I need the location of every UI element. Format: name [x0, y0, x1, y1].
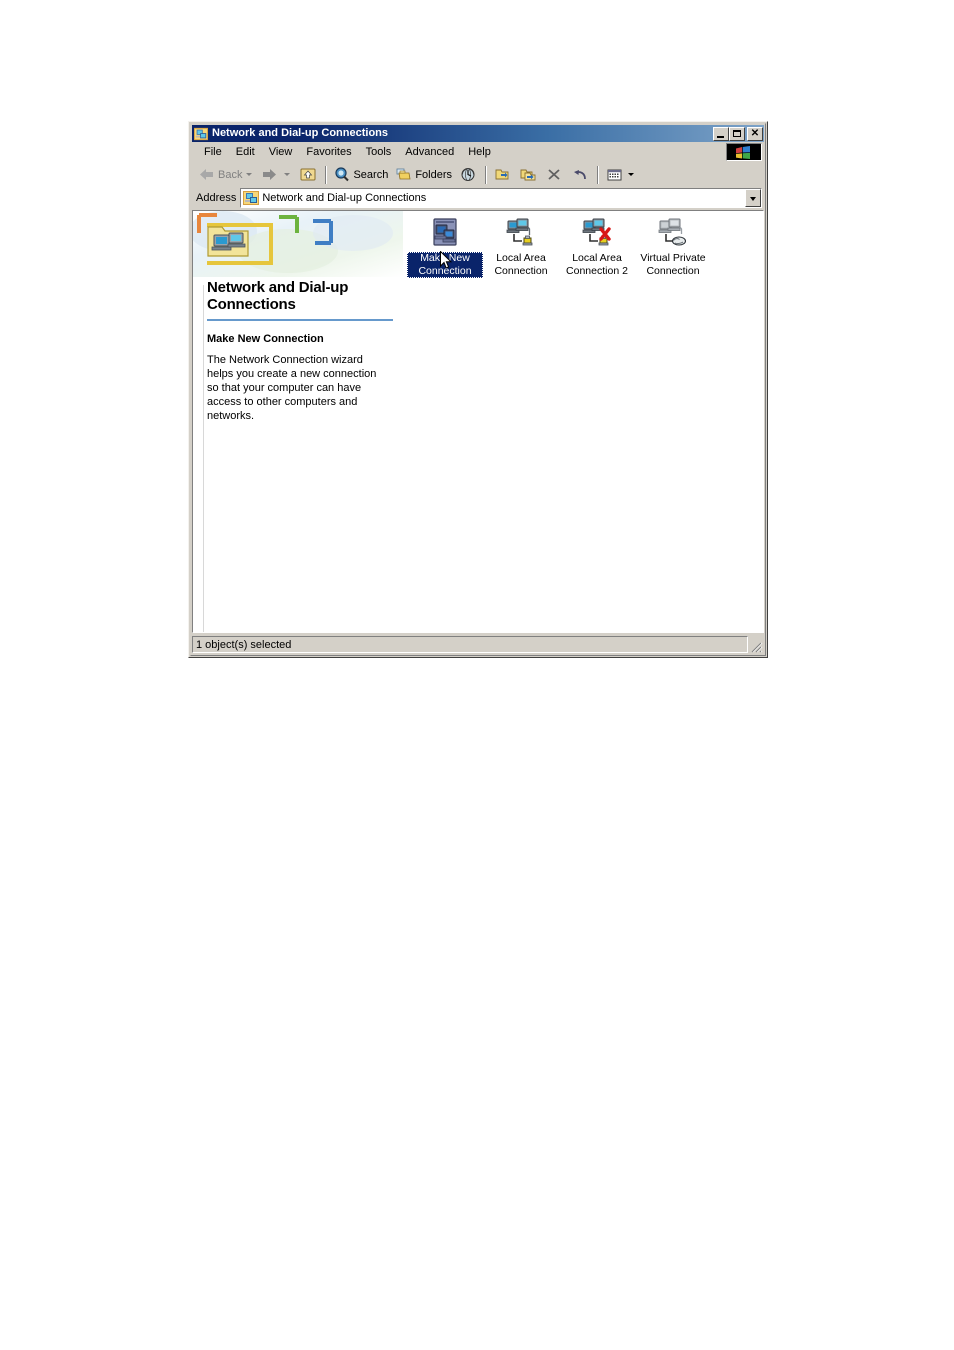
search-icon [333, 166, 351, 183]
chevron-down-icon[interactable] [745, 189, 761, 207]
pane-banner [193, 211, 403, 277]
menu-item-help[interactable]: Help [461, 144, 498, 161]
pane-subtitle: Make New Connection [207, 333, 324, 345]
status-panel: 1 object(s) selected [192, 636, 748, 653]
views-dropdown-icon[interactable] [628, 173, 635, 176]
folders-icon [395, 166, 413, 183]
delete-button[interactable] [542, 164, 568, 186]
address-bar[interactable]: Address Network and Dial-up Connections [192, 188, 764, 210]
local-area-connection-2[interactable]: Local Area Connection 2 [559, 215, 635, 278]
maximize-button[interactable] [729, 126, 745, 141]
forward-button[interactable] [258, 164, 296, 186]
copy-to-button[interactable] [516, 164, 542, 186]
pane-description: The Network Connection wizard helps you … [207, 354, 377, 422]
history-button[interactable] [456, 164, 482, 186]
local-area-connection[interactable]: Local Area Connection [483, 215, 559, 278]
network-connections-window[interactable]: Network and Dial-up Connections ✕ File E… [188, 121, 768, 658]
menu-item-view[interactable]: View [262, 144, 300, 161]
back-dropdown-icon[interactable] [246, 173, 253, 176]
network-connections-icon [243, 190, 260, 206]
pane-vertical-rule [203, 285, 204, 632]
undo-button[interactable] [568, 164, 594, 186]
folders-button-label: Folders [415, 168, 453, 181]
forward-arrow-icon [261, 166, 279, 183]
make-new-connection-icon [429, 217, 461, 249]
close-button[interactable]: ✕ [747, 126, 763, 141]
copy-to-icon [519, 166, 537, 183]
folders-button[interactable]: Folders [392, 164, 456, 186]
client-area: Network and Dial-up Connections Make New… [192, 210, 764, 633]
lan-connection-disconnected-icon [581, 217, 613, 249]
vpn-connection-icon [657, 217, 689, 249]
address-combo-box[interactable]: Network and Dial-up Connections [240, 188, 762, 208]
connection-label: Virtual Private Connection [640, 252, 706, 277]
network-connections-icon [194, 127, 208, 141]
minimize-button[interactable] [713, 126, 729, 141]
lan-connection-icon [505, 217, 537, 249]
forward-dropdown-icon[interactable] [284, 173, 291, 176]
title-bar[interactable]: Network and Dial-up Connections ✕ [192, 125, 764, 142]
up-one-level-icon [299, 166, 317, 183]
page-title: Network and Dial-up Connections [207, 279, 349, 313]
info-pane: Network and Dial-up Connections Make New… [193, 211, 403, 632]
address-input[interactable]: Network and Dial-up Connections [262, 192, 745, 204]
network-folder-icon [207, 221, 249, 259]
resize-grip[interactable] [749, 639, 763, 653]
back-arrow-icon [198, 166, 216, 183]
undo-icon [571, 166, 589, 183]
connection-label: Local Area Connection [494, 252, 548, 277]
up-one-level-button[interactable] [296, 164, 322, 186]
connections-list[interactable]: Make New Connection Local Area Connectio… [403, 211, 763, 632]
window-title: Network and Dial-up Connections [212, 127, 389, 139]
search-button[interactable]: Search [330, 164, 392, 186]
status-bar: 1 object(s) selected [192, 635, 764, 654]
virtual-private-connection[interactable]: Virtual Private Connection [635, 215, 711, 278]
menu-item-file[interactable]: File [197, 144, 229, 161]
close-icon: ✕ [750, 127, 760, 139]
toolbar[interactable]: Back Search Folders [192, 162, 764, 188]
views-icon [605, 166, 623, 183]
windows-logo-icon [726, 143, 762, 161]
back-button[interactable]: Back [195, 164, 258, 186]
toolbar-separator [325, 165, 328, 184]
move-to-button[interactable] [490, 164, 516, 186]
connection-label: Make New Connection [407, 252, 483, 278]
status-text: 1 object(s) selected [196, 638, 292, 651]
make-new-connection[interactable]: Make New Connection [407, 215, 483, 278]
menu-item-advanced[interactable]: Advanced [398, 144, 461, 161]
back-button-label: Back [218, 168, 243, 181]
delete-x-icon [545, 166, 563, 183]
menu-item-tools[interactable]: Tools [359, 144, 399, 161]
address-label: Address [196, 192, 237, 204]
views-button[interactable] [602, 164, 640, 186]
menu-item-favorites[interactable]: Favorites [299, 144, 358, 161]
toolbar-separator [597, 165, 600, 184]
toolbar-separator [485, 165, 488, 184]
search-button-label: Search [353, 168, 389, 181]
menu-item-edit[interactable]: Edit [229, 144, 262, 161]
move-to-icon [493, 166, 511, 183]
menu-bar[interactable]: File Edit View Favorites Tools Advanced … [192, 142, 764, 162]
connection-label: Local Area Connection 2 [566, 252, 628, 277]
history-globe-icon [459, 166, 477, 183]
